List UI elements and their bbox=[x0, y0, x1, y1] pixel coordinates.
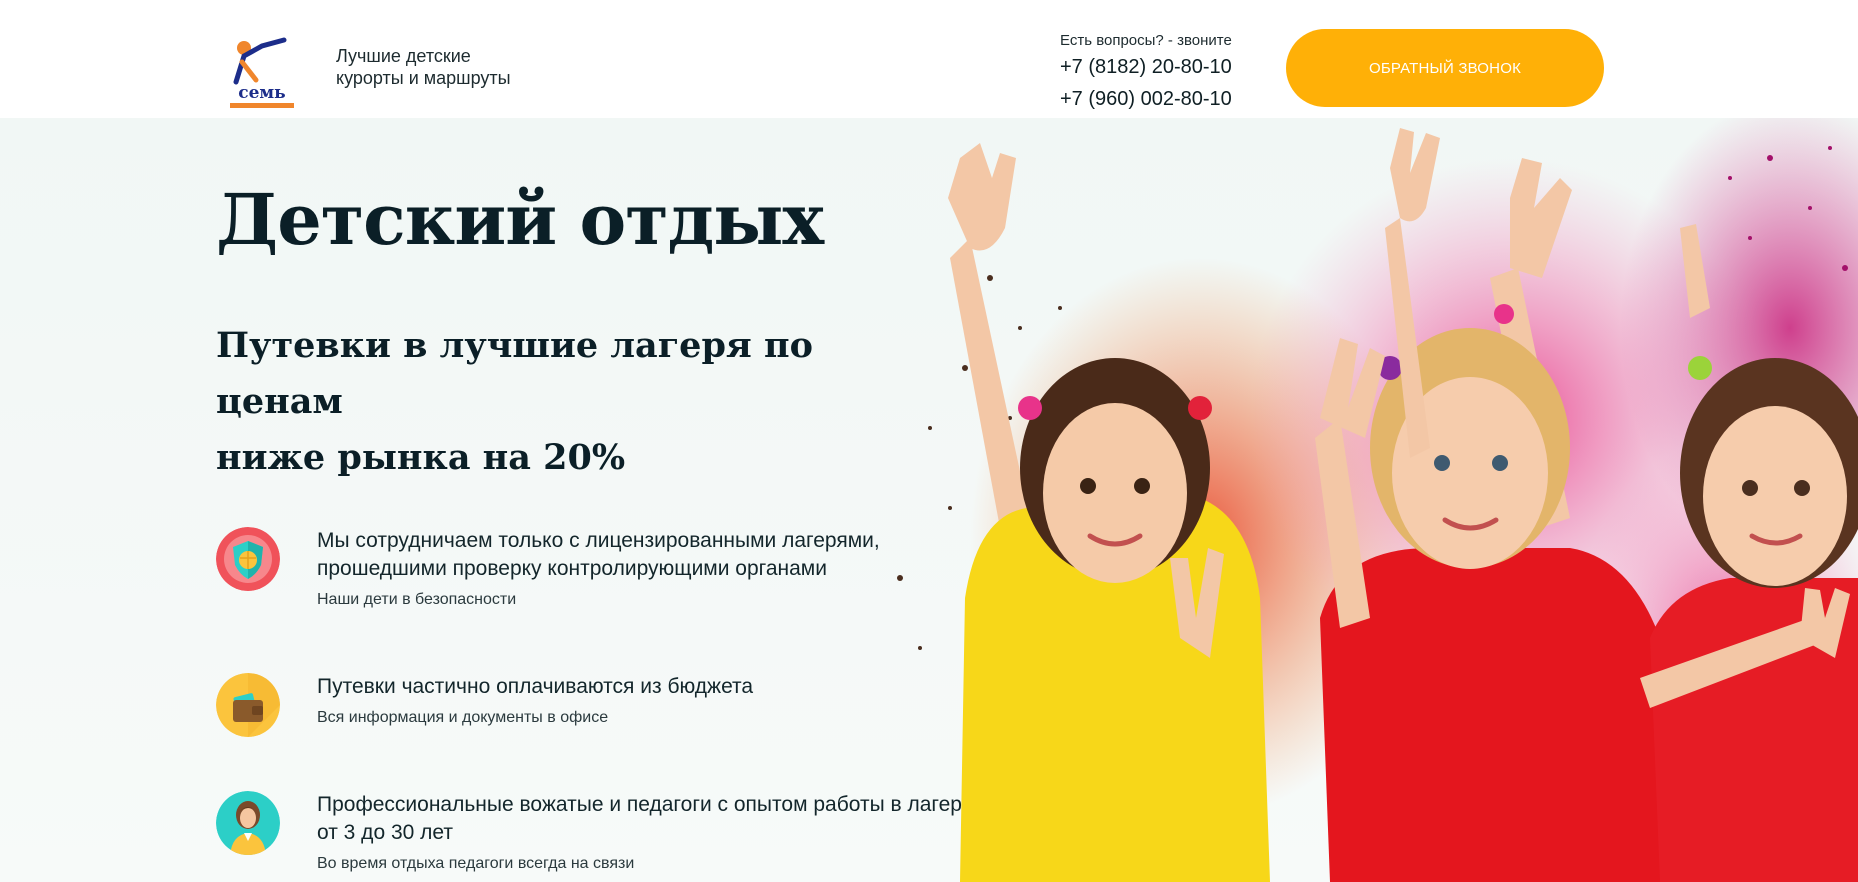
phone-link-1[interactable]: +7 (8182) 20-80-10 bbox=[1060, 51, 1232, 83]
feature-title-line-1: Мы сотрудничаем только с лицензированным… bbox=[317, 529, 880, 552]
hero-subtitle: Путевки в лучшие лагеря по ценам ниже ры… bbox=[216, 318, 936, 486]
contact-prompt: Есть вопросы? - звоните bbox=[1060, 32, 1232, 49]
site-tagline: Лучшие детские курорты и маршруты bbox=[336, 45, 556, 89]
feature-title-line-2: от 3 до 30 лет bbox=[317, 821, 453, 844]
hero-title: Детский отдых bbox=[216, 178, 824, 261]
shield-icon bbox=[216, 527, 280, 591]
hero-photo-children bbox=[897, 118, 1858, 882]
callback-button[interactable]: ОБРАТНЫЙ ЗВОНОК bbox=[1286, 29, 1604, 107]
company-logo[interactable]: семь bbox=[222, 36, 302, 112]
feature-description: Наши дети в безопасности bbox=[317, 591, 517, 608]
site-header: семь Лучшие детские курорты и маршруты Е… bbox=[0, 0, 1858, 118]
feature-description: Во время отдыха педагоги всегда на связи bbox=[317, 855, 635, 872]
tagline-line-2: курорты и маршруты bbox=[336, 68, 511, 88]
feature-title-line-2: прошедшими проверку контролирующими орга… bbox=[317, 557, 827, 580]
hero-subtitle-line-1: Путевки в лучшие лагеря по ценам bbox=[216, 325, 813, 422]
tagline-line-1: Лучшие детские bbox=[336, 46, 471, 66]
phone-link-2[interactable]: +7 (960) 002-80-10 bbox=[1060, 83, 1232, 115]
svg-text:семь: семь bbox=[238, 83, 285, 103]
teacher-icon bbox=[216, 791, 280, 855]
feature-description: Вся информация и документы в офисе bbox=[317, 709, 609, 726]
hero-subtitle-line-2: ниже рынка на 20% bbox=[216, 437, 626, 478]
contact-block: Есть вопросы? - звоните +7 (8182) 20-80-… bbox=[1060, 32, 1232, 115]
feature-title-line-1: Путевки частично оплачиваются из бюджета bbox=[317, 675, 754, 698]
wallet-icon bbox=[216, 673, 280, 737]
